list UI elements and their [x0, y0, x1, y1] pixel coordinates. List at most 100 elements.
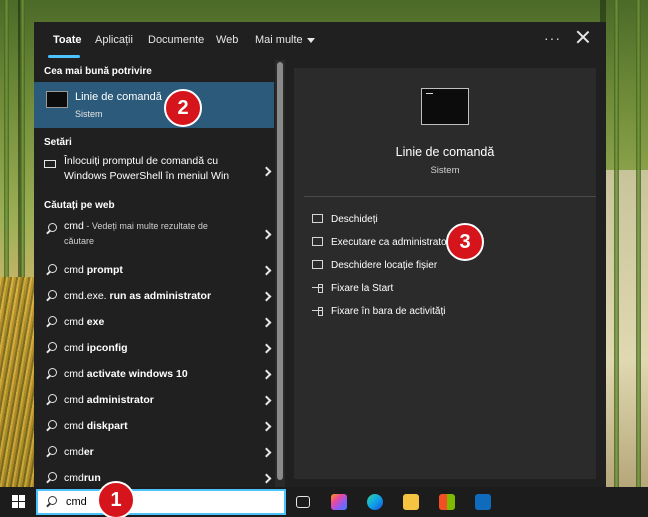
open-icon [312, 214, 323, 223]
web-query-bold: ipconfig [83, 342, 128, 354]
web-result-item[interactable]: cmd.exe. run as administrator [34, 284, 274, 310]
section-best-match: Cea mai bună potrivire [44, 66, 152, 77]
store-icon[interactable] [439, 494, 455, 510]
web-query: cmd [64, 446, 84, 458]
tab-web[interactable]: Web [216, 34, 238, 46]
results-list: Cea mai bună potrivire Linie de comandă … [34, 60, 274, 487]
file-explorer-icon[interactable] [403, 494, 419, 510]
search-icon [45, 316, 57, 328]
scrollbar-thumb[interactable] [277, 62, 283, 480]
search-tabs: Toate Aplicații Documente Web Mai multe … [34, 22, 606, 60]
web-result-item[interactable]: cmd activate windows 10 [34, 362, 274, 388]
grass-foreground [0, 277, 36, 487]
file-location-icon [312, 260, 323, 269]
section-web: Căutați pe web [44, 200, 115, 211]
tab-more[interactable]: Mai multe [255, 34, 315, 46]
web-result-item[interactable]: cmd exe [34, 310, 274, 336]
chevron-right-icon [261, 229, 272, 240]
chevron-right-icon [261, 291, 272, 302]
chevron-right-icon [261, 447, 272, 458]
mail-icon[interactable] [475, 494, 491, 510]
start-search-panel: Toate Aplicații Documente Web Mai multe … [34, 22, 606, 487]
section-settings: Setări [44, 137, 72, 148]
taskbar-search-box[interactable]: cmd [36, 489, 286, 515]
pin-icon [312, 283, 323, 293]
web-query: cmd [64, 368, 84, 380]
web-query: cmd [64, 264, 84, 276]
bamboo-stalk [614, 0, 619, 487]
settings-item-line1: Înlocuiți promptul de comandă cu [64, 155, 219, 167]
chevron-right-icon [261, 166, 272, 177]
monitor-icon [44, 160, 56, 168]
tab-more-label: Mai multe [255, 34, 303, 46]
best-match-subtitle: Sistem [75, 109, 103, 119]
action-open-file-location[interactable]: Deschidere locație fișier [312, 260, 437, 271]
web-result-text: cmd diskpart [64, 420, 128, 432]
settings-item-line2: Windows PowerShell în meniul Win [64, 170, 230, 182]
web-query: cmd [64, 472, 84, 484]
tab-documents[interactable]: Documente [148, 34, 204, 46]
detail-divider [304, 196, 596, 197]
action-pin-to-taskbar[interactable]: Fixare în bara de activități [312, 306, 446, 317]
search-icon [45, 446, 57, 458]
active-tab-indicator [48, 55, 80, 58]
terminal-icon [421, 88, 469, 125]
web-query-suffix2: căutare [64, 236, 95, 246]
search-icon [45, 496, 57, 508]
web-query-bold: activate windows 10 [83, 368, 188, 380]
tab-all[interactable]: Toate [53, 34, 82, 46]
more-options-icon[interactable]: ··· [544, 30, 561, 46]
web-query: cmd [64, 316, 84, 328]
chevron-right-icon [261, 473, 272, 484]
web-query: cmd [64, 342, 84, 354]
web-query-bold: er [83, 446, 94, 458]
forest-path [604, 170, 648, 487]
web-result-item[interactable]: cmdrun [34, 466, 274, 487]
detail-title: Linie de comandă [395, 145, 495, 159]
web-result-text: cmd administrator [64, 394, 154, 406]
web-query-bold: run as administrator [106, 290, 212, 302]
search-icon [45, 420, 57, 432]
web-query-bold: administrator [83, 394, 154, 406]
action-pin-to-start[interactable]: Fixare la Start [312, 283, 393, 294]
web-result-item[interactable]: cmd - Vedeți mai multe rezultate de căut… [34, 216, 274, 254]
edge-icon[interactable] [367, 494, 383, 510]
task-view-icon[interactable] [296, 496, 310, 508]
tab-apps[interactable]: Aplicații [95, 34, 133, 46]
action-run-as-admin[interactable]: Executare ca administrator [312, 237, 450, 248]
web-query: cmd [64, 220, 84, 232]
web-result-item[interactable]: cmd prompt [34, 258, 274, 284]
web-query-bold: prompt [83, 264, 123, 276]
web-result-item[interactable]: cmd diskpart [34, 414, 274, 440]
annotation-badge-3: 3 [446, 223, 484, 261]
bamboo-stalk [636, 0, 641, 487]
search-icon [45, 290, 57, 302]
web-result-item[interactable]: cmd ipconfig [34, 336, 274, 362]
shield-icon [312, 237, 323, 246]
best-match-title: Linie de comandă [75, 91, 162, 103]
copilot-icon[interactable] [331, 494, 347, 510]
best-match-item[interactable]: Linie de comandă Sistem [34, 82, 274, 128]
web-result-text: cmder [64, 446, 94, 458]
web-result-text: cmd activate windows 10 [64, 368, 188, 380]
web-query-bold: diskpart [83, 420, 128, 432]
chevron-right-icon [261, 395, 272, 406]
web-result-item[interactable]: cmd administrator [34, 388, 274, 414]
annotation-badge-1: 1 [97, 481, 135, 517]
settings-item[interactable]: Înlocuiți promptul de comandă cu Windows… [34, 152, 274, 192]
search-input[interactable]: cmd [66, 496, 87, 508]
web-result-text: cmd prompt [64, 264, 123, 276]
chevron-right-icon [261, 317, 272, 328]
web-result-text: cmd ipconfig [64, 342, 128, 354]
web-query: cmd [64, 394, 84, 406]
close-icon[interactable] [574, 28, 592, 46]
results-scrollbar[interactable] [275, 60, 285, 487]
search-icon [45, 223, 57, 235]
windows-start-icon[interactable] [12, 495, 26, 509]
web-query-suffix: - Vedeți mai multe rezultate de [83, 221, 208, 231]
search-icon [45, 394, 57, 406]
search-icon [45, 264, 57, 276]
action-open[interactable]: Deschideți [312, 214, 378, 225]
web-result-item[interactable]: cmder [34, 440, 274, 466]
web-result-text: cmd - Vedeți mai multe rezultate de [64, 220, 208, 232]
